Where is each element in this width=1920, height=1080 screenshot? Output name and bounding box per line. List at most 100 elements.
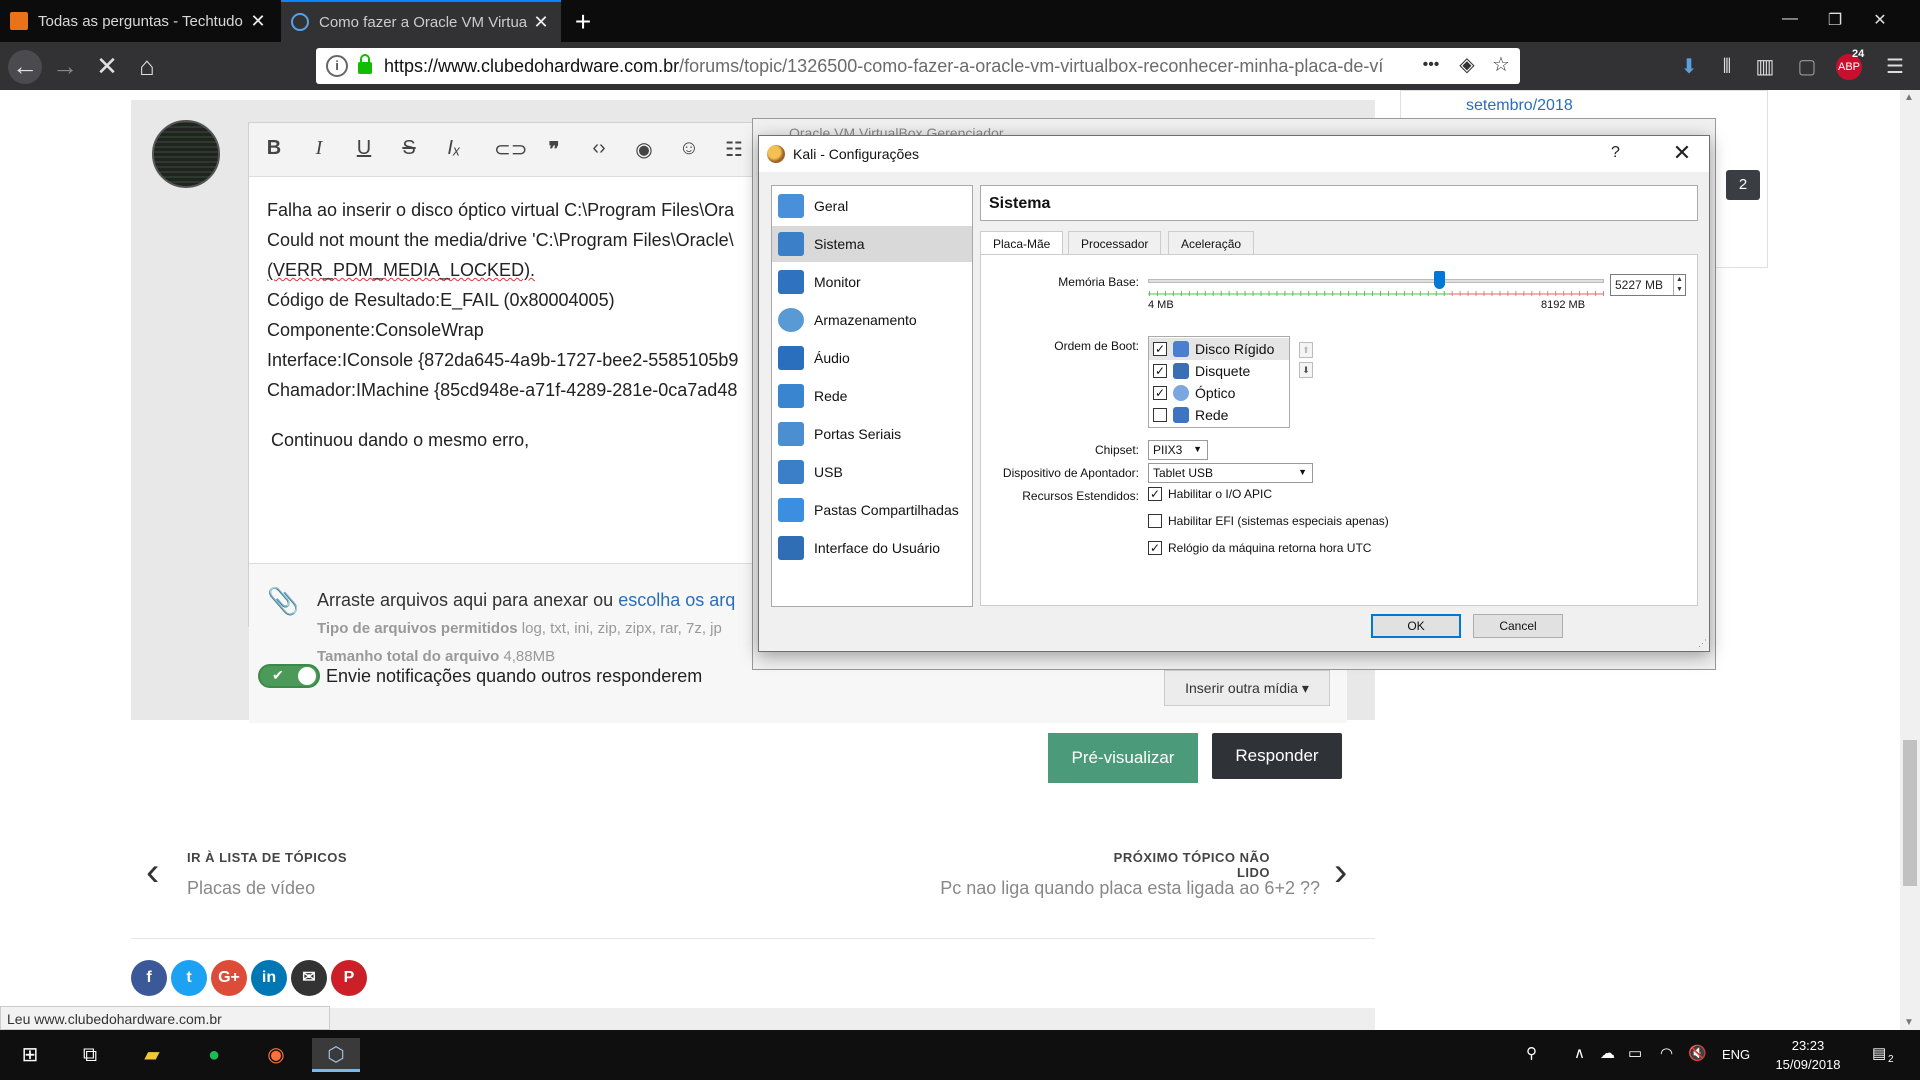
bookmark-star-icon[interactable]: ☆ (1486, 52, 1516, 77)
scroll-up-icon[interactable]: ▲ (1904, 92, 1914, 103)
stop-icon[interactable]: ✕ (90, 50, 124, 84)
category-audio[interactable]: Áudio (772, 340, 972, 376)
underline-icon[interactable]: U (349, 137, 379, 160)
tab-aceleracao[interactable]: Aceleração (1168, 231, 1255, 255)
ioapic-checkbox[interactable]: ✓ (1148, 487, 1162, 501)
people-icon[interactable]: ⚲ (1526, 1044, 1537, 1062)
spin-arrows-icon[interactable]: ▲ ▼ (1673, 275, 1685, 295)
prev-topic-label[interactable]: IR À LISTA DE TÓPICOS (187, 850, 347, 865)
wifi-icon[interactable]: ◠ (1660, 1044, 1673, 1062)
close-tab-icon[interactable]: ✕ (248, 11, 268, 32)
volume-muted-icon[interactable]: 🔇 (1688, 1044, 1707, 1062)
italic-icon[interactable]: I (304, 137, 334, 160)
share-twitter-icon[interactable]: t (171, 960, 207, 996)
new-tab-button[interactable]: + (568, 6, 598, 38)
resize-grip-icon[interactable]: ⋰ (1698, 638, 1707, 649)
info-icon[interactable]: i (326, 55, 348, 77)
link-icon[interactable]: ⊂⊃ (494, 137, 528, 162)
spotify-icon[interactable]: ● (190, 1038, 238, 1072)
screenshot-icon[interactable]: ▢ (1794, 54, 1820, 80)
clock[interactable]: 23:23 15/09/2018 (1760, 1036, 1856, 1074)
boot-item-hdd[interactable]: ✓ Disco Rígido (1149, 338, 1289, 360)
pointer-select[interactable]: Tablet USB ▼ (1148, 463, 1313, 483)
category-portas-seriais[interactable]: Portas Seriais (772, 416, 972, 452)
language-indicator[interactable]: ENG (1722, 1047, 1750, 1062)
list-icon[interactable]: ☷ (719, 137, 749, 162)
tab-processador[interactable]: Processador (1068, 231, 1162, 255)
page-actions-icon[interactable]: ••• (1416, 56, 1446, 74)
utc-checkbox[interactable]: ✓ (1148, 541, 1162, 555)
move-up-icon[interactable]: ⬆ (1299, 342, 1313, 358)
share-facebook-icon[interactable]: f (131, 960, 167, 996)
sidebar-date-link[interactable]: setembro/2018 (1466, 97, 1573, 115)
choose-files-link[interactable]: escolha os arq (618, 590, 735, 610)
close-tab-icon[interactable]: ✕ (531, 12, 551, 33)
boot-item-network[interactable]: Rede (1149, 404, 1289, 426)
home-icon[interactable]: ⌂ (130, 50, 164, 84)
scroll-thumb[interactable] (1903, 740, 1917, 886)
boot-network-checkbox[interactable] (1153, 408, 1167, 422)
boot-floppy-checkbox[interactable]: ✓ (1153, 364, 1167, 378)
move-down-icon[interactable]: ⬇ (1299, 362, 1313, 378)
boot-item-floppy[interactable]: ✓ Disquete (1149, 360, 1289, 382)
close-window-icon[interactable]: ✕ (1860, 10, 1900, 30)
pocket-icon[interactable]: ◈ (1452, 52, 1482, 77)
category-pastas-compartilhadas[interactable]: Pastas Compartilhadas (772, 492, 972, 528)
share-linkedin-icon[interactable]: in (251, 960, 287, 996)
file-explorer-icon[interactable]: ▰ (128, 1038, 176, 1072)
prev-topic-title[interactable]: Placas de vídeo (187, 878, 315, 899)
avatar[interactable] (152, 120, 220, 188)
ext-utc[interactable]: ✓ Relógio da máquina retorna hora UTC (1148, 541, 1371, 555)
sidebar-icon[interactable]: ▥ (1752, 54, 1778, 80)
share-googleplus-icon[interactable]: G+ (211, 960, 247, 996)
task-view-icon[interactable]: ⧉ (66, 1038, 114, 1072)
battery-icon[interactable]: ▭ (1628, 1044, 1642, 1062)
tab-placa-mae[interactable]: Placa-Mãe (980, 231, 1064, 256)
ext-efi[interactable]: Habilitar EFI (sistemas especiais apenas… (1148, 514, 1389, 528)
category-sistema[interactable]: Sistema (772, 226, 972, 262)
back-arrow-icon[interactable]: ← (8, 50, 42, 84)
strikethrough-icon[interactable]: S (394, 137, 424, 160)
onedrive-icon[interactable]: ☁ (1600, 1044, 1615, 1062)
emoji-icon[interactable]: ☺ (674, 137, 704, 160)
share-email-icon[interactable]: ✉ (291, 960, 327, 996)
virtualbox-taskbar-icon[interactable]: ⬡ (312, 1038, 360, 1072)
category-geral[interactable]: Geral (772, 188, 972, 224)
library-icon[interactable]: ⫴ (1714, 54, 1740, 80)
quote-icon[interactable]: ❞ (539, 137, 569, 162)
tab-techtudo[interactable]: Todas as perguntas - Techtudo ✕ (0, 0, 278, 42)
editor-content[interactable]: Falha ao inserir o disco óptico virtual … (267, 195, 738, 455)
reply-button[interactable]: Responder (1212, 733, 1342, 779)
preview-button[interactable]: Pré-visualizar (1048, 733, 1198, 783)
help-icon[interactable]: ? (1611, 144, 1620, 162)
notify-toggle[interactable]: ✔ (258, 664, 320, 688)
spoiler-eye-icon[interactable]: ◉ (629, 137, 659, 162)
category-armazenamento[interactable]: Armazenamento (772, 302, 972, 338)
chipset-select[interactable]: PIIX3 ▼ (1148, 440, 1208, 460)
bold-icon[interactable]: B (259, 137, 289, 160)
scroll-down-icon[interactable]: ▼ (1904, 1017, 1914, 1028)
ext-ioapic[interactable]: ✓ Habilitar o I/O APIC (1148, 487, 1272, 501)
close-icon[interactable]: ✕ (1667, 140, 1697, 166)
next-topic-label[interactable]: PRÓXIMO TÓPICO NÃO LIDO (1100, 850, 1270, 880)
chevron-left-icon[interactable]: ‹ (146, 850, 159, 895)
menu-icon[interactable]: ☰ (1882, 54, 1908, 80)
memory-slider-handle[interactable] (1433, 271, 1445, 289)
windows-start-icon[interactable]: ⊞ (6, 1038, 54, 1072)
chevron-right-icon[interactable]: › (1334, 850, 1347, 895)
boot-optical-checkbox[interactable]: ✓ (1153, 386, 1167, 400)
efi-checkbox[interactable] (1148, 514, 1162, 528)
next-topic-title[interactable]: Pc nao liga quando placa esta ligada ao … (880, 878, 1320, 899)
memory-slider-track[interactable] (1148, 279, 1604, 283)
code-icon[interactable]: ‹› (584, 137, 614, 160)
share-pinterest-icon[interactable]: P (331, 960, 367, 996)
boot-hdd-checkbox[interactable]: ✓ (1153, 342, 1167, 356)
category-usb[interactable]: USB (772, 454, 972, 490)
tab-clubedohardware[interactable]: Como fazer a Oracle VM Virtua ✕ (281, 0, 561, 42)
lock-icon[interactable] (358, 54, 372, 74)
minimize-icon[interactable]: — (1770, 10, 1810, 28)
url-bar[interactable]: i https://www.clubedohardware.com.br/for… (316, 48, 1520, 84)
firefox-icon[interactable]: ◉ (252, 1038, 300, 1072)
forward-arrow-icon[interactable]: → (48, 50, 82, 84)
boot-item-optical[interactable]: ✓ Óptico (1149, 382, 1289, 404)
